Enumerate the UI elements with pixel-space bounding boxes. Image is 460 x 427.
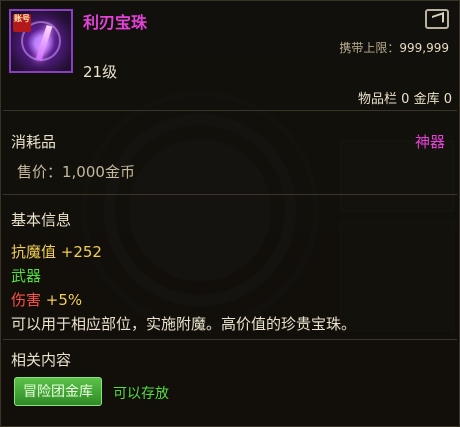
account-bound-tag: 账号 [13, 14, 31, 32]
carry-limit: 携带上限：999,999 [339, 39, 449, 56]
item-grade: 神器 [414, 133, 445, 151]
divider [3, 110, 457, 111]
item-level: 21级 [83, 63, 118, 81]
stat-damage-label: 伤害 [11, 291, 46, 309]
basic-info-title: 基本信息 [11, 211, 72, 229]
related-content-title: 相关内容 [11, 351, 72, 369]
divider [3, 194, 457, 195]
share-icon[interactable] [425, 9, 449, 29]
carry-limit-value: 999,999 [399, 41, 449, 55]
adventure-vault-button[interactable]: 冒险团金库 [14, 377, 102, 406]
carry-limit-label: 携带上限： [339, 41, 400, 55]
item-description: 可以用于相应部位，实施附魔。高价值的珍贵宝珠。 [11, 315, 357, 333]
sell-price: 售价：1,000金币 [17, 163, 135, 181]
divider [3, 339, 457, 340]
blade-orb-icon: 账号 [9, 9, 73, 73]
stat-anti-magic: 抗魔值 +252 [11, 243, 102, 261]
stat-damage-value: +5% [45, 291, 83, 309]
item-category: 消耗品 [11, 133, 57, 151]
stat-slot-weapon: 武器 [11, 267, 42, 285]
item-name: 利刃宝珠 [83, 13, 148, 32]
item-tooltip: 账号 利刃宝珠 携带上限：999,999 21级 物品栏 0 金库 0 消耗品 … [0, 0, 460, 427]
stock-count: 物品栏 0 金库 0 [358, 92, 452, 107]
stat-damage: 伤害 +5% [11, 289, 82, 310]
storable-text: 可以存放 [113, 386, 169, 402]
